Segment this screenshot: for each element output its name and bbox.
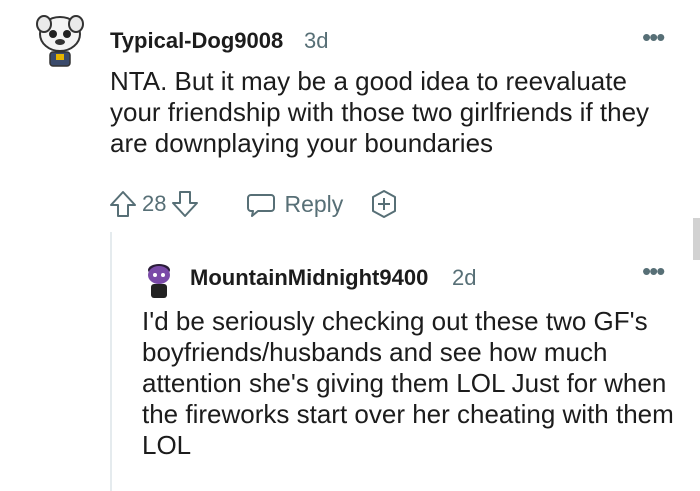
comment-thread: Typical-Dog9008 3d ••• NTA. But it may b…: [0, 0, 700, 491]
thread-line[interactable]: [110, 232, 112, 491]
comment-timestamp: 3d: [304, 28, 329, 53]
reply-button[interactable]: Reply: [246, 189, 343, 219]
more-dots-icon[interactable]: •••: [642, 258, 665, 284]
speech-bubble-icon: [247, 194, 276, 217]
more-dots-icon[interactable]: •••: [642, 24, 665, 50]
reply-label: Reply: [284, 190, 344, 217]
user-avatar[interactable]: [142, 260, 176, 300]
plus-badge-icon[interactable]: [369, 189, 399, 219]
scrollbar-thumb[interactable]: [693, 218, 700, 260]
arrow-down-outline-icon[interactable]: [170, 189, 200, 219]
comment-body: NTA. But it may be a good idea to reeval…: [110, 66, 650, 158]
reply-timestamp: 2d: [452, 265, 477, 290]
comment-action-bar: 28 Reply: [108, 186, 399, 222]
comment-author[interactable]: Typical-Dog9008: [110, 28, 283, 54]
reply-author[interactable]: MountainMidnight9400: [190, 265, 428, 291]
reply-body: I'd be seriously checking out these two …: [142, 306, 674, 460]
vote-score: 28: [142, 191, 167, 216]
arrow-up-outline-icon[interactable]: [108, 189, 138, 219]
user-avatar[interactable]: [34, 12, 86, 70]
